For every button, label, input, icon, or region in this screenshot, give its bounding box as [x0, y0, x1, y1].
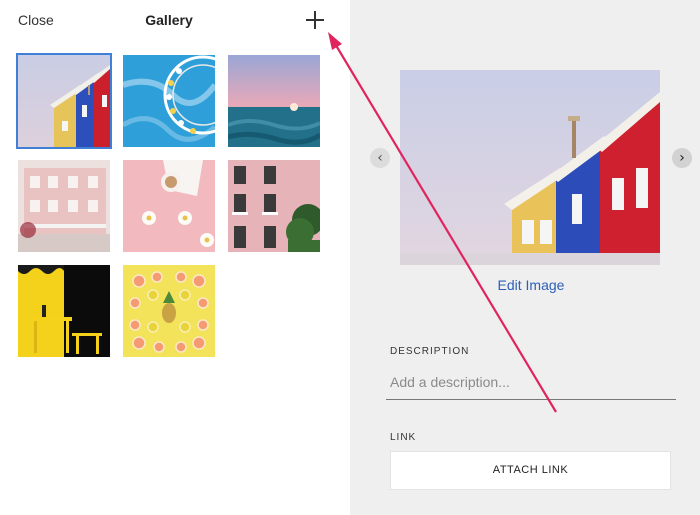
description-input[interactable]: [386, 364, 676, 400]
edit-image-link[interactable]: Edit Image: [350, 277, 700, 293]
link-label: LINK: [390, 432, 417, 443]
colorful-houses-image: [18, 55, 110, 147]
image-preview: [400, 70, 660, 265]
description-label: DESCRIPTION: [390, 346, 470, 357]
gallery-thumb-colorful-houses[interactable]: [16, 53, 112, 149]
yellow-chair-image: [18, 265, 110, 357]
chevron-right-icon: ›: [679, 150, 685, 166]
page-title: Gallery: [145, 12, 193, 28]
colorful-houses-preview-image: [400, 70, 660, 265]
ferris-wheel-image: [123, 55, 215, 147]
gallery-thumb-citrus-fruits[interactable]: [123, 265, 215, 357]
gallery-header: Close Gallery: [0, 0, 350, 40]
gallery-thumb-ocean-sunset[interactable]: [228, 55, 320, 147]
gallery-thumb-ferris-wheel[interactable]: [123, 55, 215, 147]
attach-link-button[interactable]: ATTACH LINK: [390, 451, 671, 490]
citrus-fruits-image: [123, 265, 215, 357]
plus-icon[interactable]: [304, 9, 326, 31]
previous-image-button[interactable]: ‹: [370, 148, 390, 168]
coffee-flowers-image: [123, 160, 215, 252]
gallery-thumb-pink-building[interactable]: [18, 160, 110, 252]
image-details-panel: ‹ › Edit Image DESCRIPTION LINK ATTACH L…: [350, 0, 700, 515]
gallery-thumb-coffee-flowers[interactable]: [123, 160, 215, 252]
gallery-thumb-yellow-chair[interactable]: [18, 265, 110, 357]
gallery-thumb-pink-facade[interactable]: [228, 160, 320, 252]
chevron-left-icon: ‹: [377, 150, 383, 166]
ocean-sunset-image: [228, 55, 320, 147]
pink-facade-image: [228, 160, 320, 252]
gallery-panel: Close Gallery: [0, 0, 350, 515]
pink-building-image: [18, 160, 110, 252]
next-image-button[interactable]: ›: [672, 148, 692, 168]
